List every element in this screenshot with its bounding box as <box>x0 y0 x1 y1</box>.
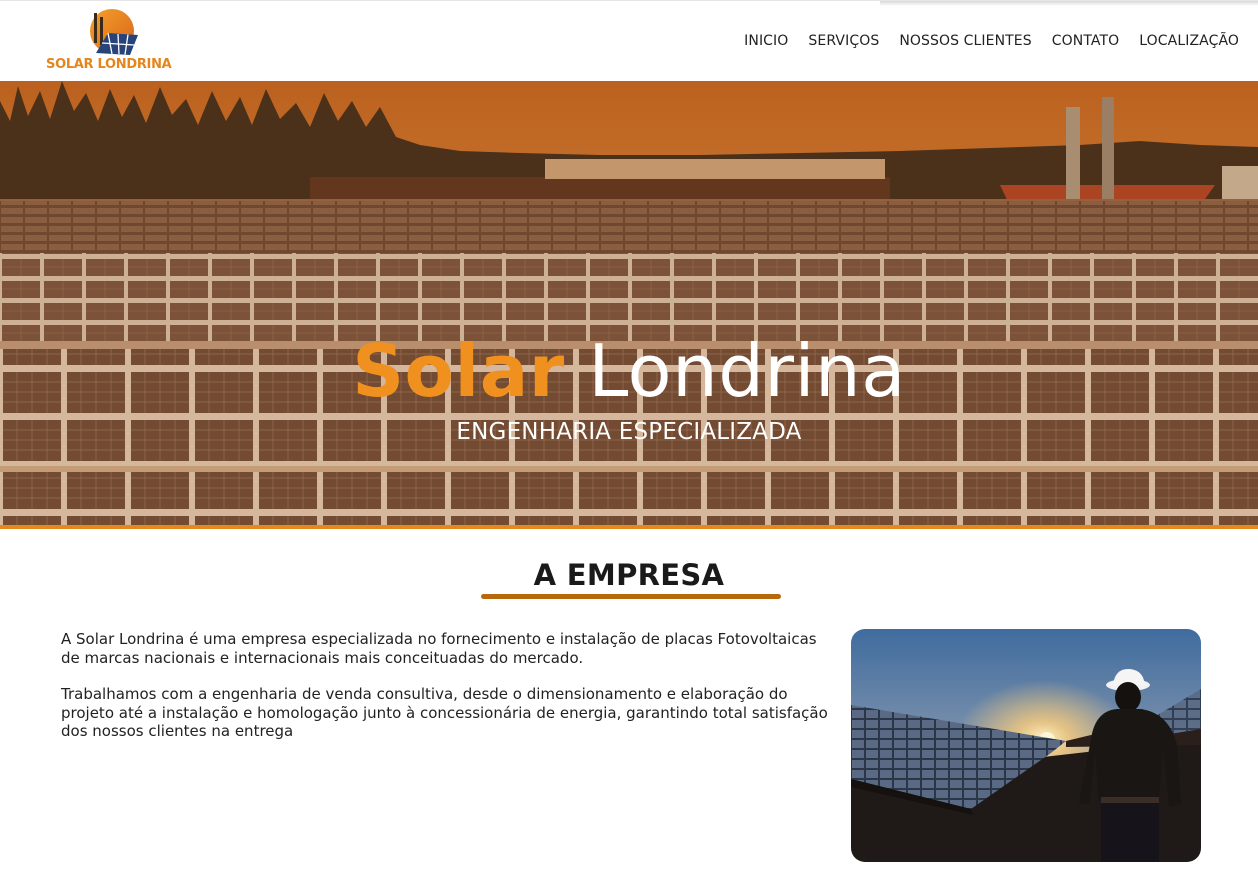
nav-item-nossos-clientes[interactable]: NOSSOS CLIENTES <box>899 33 1031 49</box>
hero-subtitle: ENGENHARIA ESPECIALIZADA <box>456 419 802 445</box>
about-text: A Solar Londrina é uma empresa especiali… <box>61 630 836 759</box>
solar-farm-background-image <box>0 81 1258 525</box>
site-header: SOLAR LONDRINA INICIO SERVIÇOS NOSSOS CL… <box>0 0 1258 81</box>
engineer-sunset-photo <box>851 629 1201 862</box>
brand-logo[interactable]: SOLAR LONDRINA <box>46 9 186 75</box>
section-title-a-empresa: A EMPRESA <box>533 558 725 592</box>
nav-item-inicio[interactable]: INICIO <box>744 33 788 49</box>
hero-title-highlight: Solar <box>352 329 565 413</box>
header-shadow <box>880 1 1258 6</box>
hero-banner: Solar Londrina ENGENHARIA ESPECIALIZADA <box>0 81 1258 525</box>
section-title-underline <box>481 594 781 599</box>
solar-panel-logo-icon <box>90 9 138 55</box>
hero-title-rest: Londrina <box>588 329 906 413</box>
about-paragraph: Trabalhamos com a engenharia de venda co… <box>61 685 828 740</box>
main-nav: INICIO SERVIÇOS NOSSOS CLIENTES CONTATO … <box>724 33 1239 49</box>
nav-item-contato[interactable]: CONTATO <box>1052 33 1120 49</box>
nav-item-servicos[interactable]: SERVIÇOS <box>808 33 879 49</box>
engineer-sunset-image <box>851 629 1201 862</box>
logo-text: SOLAR LONDRINA <box>46 57 172 72</box>
about-paragraph: A Solar Londrina é uma empresa especiali… <box>61 630 817 667</box>
hero-bottom-border <box>0 525 1258 529</box>
nav-item-localizacao[interactable]: LOCALIZAÇÃO <box>1139 33 1239 49</box>
hero-title: Solar Londrina <box>0 329 1258 413</box>
